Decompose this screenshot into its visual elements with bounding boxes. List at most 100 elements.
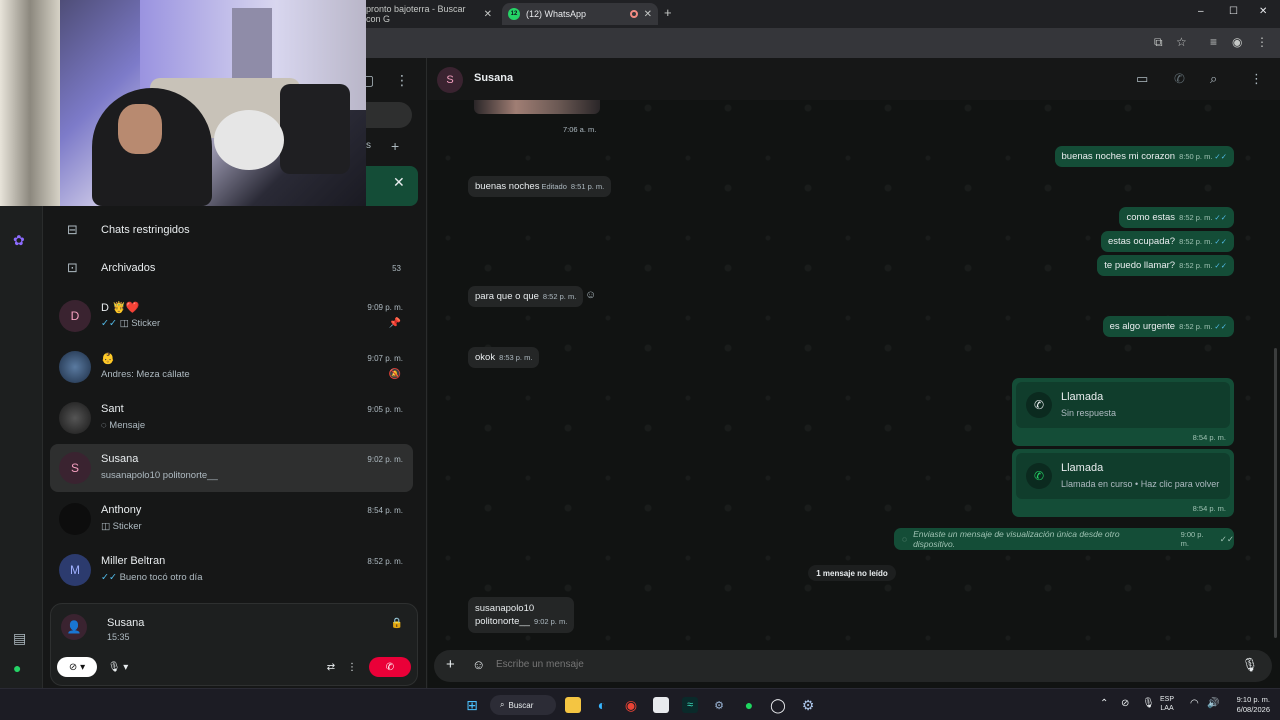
restricted-chats-row[interactable]: ⊟ Chats restringidos [43, 211, 427, 249]
react-emoji-icon[interactable]: ☺ [585, 289, 596, 301]
search-icon[interactable]: ⌕ [1210, 71, 1217, 87]
bookmark-star-icon[interactable]: ☆ [1176, 35, 1187, 49]
menu-icon[interactable]: ⋮ [1250, 71, 1263, 87]
chat-list-item[interactable]: 👶 9:07 p. m. Andres: Meza cállate 🔕 [50, 343, 413, 391]
filter-chip-fragment[interactable]: s [366, 140, 371, 151]
spotify-icon[interactable]: ● [741, 697, 757, 713]
browser-menu-icon[interactable]: ⋮ [1256, 35, 1268, 49]
message-time: 8:52 p. m. [1179, 322, 1213, 331]
add-filter-icon[interactable]: + [391, 138, 399, 154]
call-more-button[interactable]: ⋮ [345, 657, 359, 677]
chat-name: Sant [101, 403, 124, 415]
media-control-icon[interactable]: ≡ [1210, 35, 1217, 49]
meta-ai-icon[interactable]: ✿ [13, 232, 25, 249]
edge-icon[interactable]: ◐ [594, 697, 610, 713]
attach-plus-icon[interactable]: + [446, 656, 455, 673]
message-time: 8:54 p. m. [1192, 504, 1226, 513]
capcut-icon[interactable]: ≈ [682, 697, 698, 713]
hang-up-button[interactable]: ✆ [369, 657, 411, 677]
microphone-icon[interactable]: 🎙 [1142, 698, 1155, 709]
chat-list-item[interactable]: D D 🤴❤️ 9:09 p. m. ✓✓ ◫ Sticker 📌 [50, 292, 413, 340]
call-message-missed[interactable]: ✆ Llamada Sin respuesta 8:54 p. m. [1012, 378, 1234, 446]
sidebar-menu-icon[interactable]: ⋮ [395, 72, 409, 89]
close-window-button[interactable]: ✕ [1259, 6, 1267, 17]
maximize-button[interactable]: ☐ [1229, 6, 1238, 17]
settings-gear-icon[interactable]: ⚙ [800, 697, 816, 713]
screen-share-button[interactable]: ⇄ [321, 657, 341, 677]
input-language[interactable]: ESP LAA [1160, 695, 1174, 713]
tab-google-search[interactable]: pronto bajoterra - Buscar con G ✕ [360, 3, 498, 25]
chat-list-item-selected[interactable]: S Susana 9:02 p. m. susanapolo10 politon… [50, 444, 413, 492]
profile-avatar-icon[interactable]: ● [13, 660, 21, 676]
github-icon[interactable]: ◯ [770, 697, 786, 713]
message-out[interactable]: buenas noches mi corazon 8:50 p. m. ✓✓ [1054, 146, 1234, 167]
close-tab-icon[interactable]: ✕ [644, 9, 652, 20]
message-out[interactable]: es algo urgente 8:52 p. m. ✓✓ [1102, 316, 1234, 337]
windows-start-icon[interactable]: ⊞ [464, 697, 480, 713]
wifi-icon[interactable]: ◠ [1190, 698, 1199, 709]
scrollbar[interactable] [1274, 348, 1277, 638]
chevron-up-icon[interactable]: ⌃ [1100, 698, 1108, 709]
archived-row[interactable]: ⊡ Archivados 53 [43, 249, 427, 287]
message-out[interactable]: te puedo llamar? 8:52 p. m. ✓✓ [1097, 255, 1234, 276]
message-out[interactable]: estas ocupada? 8:52 p. m. ✓✓ [1100, 231, 1234, 252]
call-card-body: ✆ Llamada Sin respuesta [1016, 382, 1230, 428]
message-text: buenas noches [475, 181, 540, 192]
chat-list-item[interactable]: M Miller Beltran 8:52 p. m. ✓✓ Bueno toc… [50, 546, 413, 594]
chrome-icon[interactable]: ◉ [623, 697, 639, 713]
voice-call-icon[interactable]: ✆ [1174, 71, 1185, 87]
tab-label: pronto bajoterra - Buscar con G [366, 4, 466, 24]
row-label: Archivados [101, 262, 156, 274]
new-tab-button[interactable]: + [664, 5, 672, 20]
message-input[interactable] [496, 659, 1196, 670]
chat-list-item[interactable]: Sant 9:05 p. m. ◌ Mensaje [50, 394, 413, 442]
message-text: estas ocupada? [1107, 236, 1176, 247]
install-app-icon[interactable]: ⧉ [1154, 35, 1163, 50]
message-time: 8:53 p. m. [499, 353, 533, 362]
message-text: es algo urgente [1109, 321, 1176, 332]
microphone-icon[interactable]: 🎙 [1241, 657, 1258, 673]
steam-icon[interactable]: ⚙ [711, 697, 727, 713]
sticker-icon[interactable]: ☺ [472, 657, 485, 672]
chat-search-input[interactable] [366, 102, 412, 128]
message-in[interactable]: buenas noches Editado 8:51 p. m. [468, 176, 612, 197]
video-call-icon[interactable]: ▭ [1136, 71, 1148, 87]
tab-whatsapp[interactable]: 12 (12) WhatsApp ✕ [502, 3, 658, 25]
taskbar-search[interactable]: ⌕ Buscar [490, 695, 556, 715]
message-in[interactable]: okok 8:53 p. m. [468, 347, 540, 368]
ongoing-call-panel[interactable]: 👤 Susana 15:35 🔒 ⊘ ▾ 🎙 ▾ ⇄ ⋮ ✆ [50, 603, 418, 686]
chat-name: Anthony [101, 504, 142, 516]
close-tab-icon[interactable]: ✕ [484, 9, 492, 20]
volume-icon[interactable]: 🔊 [1207, 698, 1219, 709]
microphone-button[interactable]: 🎙 ▾ [103, 657, 133, 677]
call-message-ongoing[interactable]: ✆ Llamada Llamada en curso • Haz clic pa… [1012, 449, 1234, 517]
conversation-header[interactable]: S Susana ▭ ✆ ⌕ ⋮ [428, 58, 1280, 100]
chat-preview: ◌ Mensaje [101, 420, 145, 431]
webcam-cap [214, 110, 284, 170]
image-message[interactable] [474, 100, 600, 114]
avatar [59, 402, 91, 434]
message-text: okok [475, 352, 496, 363]
message-time: 8:51 p. m. [570, 182, 605, 191]
message-out[interactable]: como estas 8:52 p. m. ✓✓ [1119, 207, 1234, 228]
system-clock[interactable]: 9:10 p. m. 6/08/2026 [1226, 695, 1270, 715]
minimize-button[interactable]: – [1198, 6, 1204, 17]
contact-avatar[interactable]: S [437, 67, 463, 93]
contact-name[interactable]: Susana [474, 72, 513, 84]
row-label: Chats restringidos [101, 224, 190, 236]
call-card-body: ✆ Llamada Llamada en curso • Haz clic pa… [1016, 453, 1230, 499]
profile-icon[interactable]: ◉ [1232, 35, 1242, 49]
message-in[interactable]: susanapolo10 politonorte__ 9:02 p. m. [468, 597, 575, 633]
close-banner-icon[interactable]: ✕ [393, 174, 405, 191]
notification-banner[interactable] [366, 166, 418, 206]
notepad-icon[interactable] [653, 697, 669, 713]
camera-off-button[interactable]: ⊘ ▾ [57, 657, 97, 677]
media-icon[interactable]: ▤ [13, 630, 26, 647]
view-once-message[interactable]: ◌ Enviaste un mensaje de visualización ú… [894, 528, 1234, 550]
file-explorer-icon[interactable] [565, 697, 581, 713]
webcam-door [232, 8, 272, 88]
message-in[interactable]: para que o que 8:52 p. m. [468, 286, 584, 307]
read-receipt-icon: ✓✓ [1214, 152, 1227, 161]
chat-list-item[interactable]: Anthony 8:54 p. m. ◫ Sticker [50, 495, 413, 543]
network-off-icon[interactable]: ⊘ [1121, 698, 1129, 709]
